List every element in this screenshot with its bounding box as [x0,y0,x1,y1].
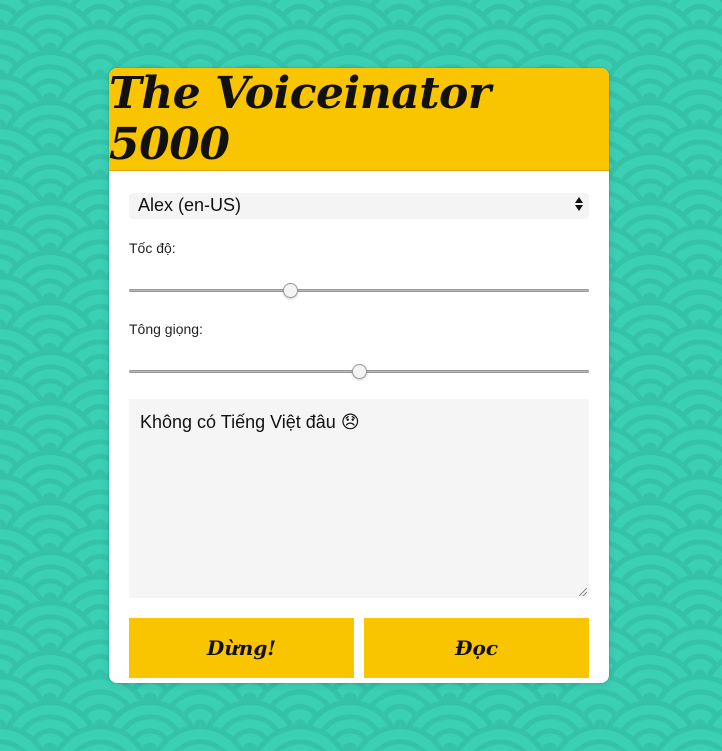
rate-slider-thumb[interactable] [283,283,298,298]
panel-body: Alex (en-US) Tốc độ: Tông giọng: Không c… [109,171,609,683]
stop-button[interactable]: Dừng! [129,618,354,678]
speak-button[interactable]: Đọc [364,618,589,678]
voice-select[interactable]: Alex (en-US) [129,193,589,219]
chevron-up-down-icon [575,197,583,211]
rate-slider-track [129,289,589,292]
message-text: Không có Tiếng Việt đâu 😞 [140,412,360,432]
action-buttons: Dừng! Đọc [129,618,589,678]
pitch-slider[interactable] [129,363,589,381]
message-textarea[interactable]: Không có Tiếng Việt đâu 😞 [129,399,589,598]
panel-header: The Voiceinator 5000 [109,68,609,171]
pitch-label: Tông giọng: [129,321,203,337]
voiceinator-panel: The Voiceinator 5000 Alex (en-US) Tốc độ… [109,68,609,683]
rate-label: Tốc độ: [129,240,176,256]
resize-handle-icon[interactable] [579,588,587,596]
voice-select-value: Alex (en-US) [138,195,242,215]
app-title: The Voiceinator 5000 [109,68,491,170]
pitch-slider-thumb[interactable] [352,364,367,379]
rate-slider[interactable] [129,282,589,300]
